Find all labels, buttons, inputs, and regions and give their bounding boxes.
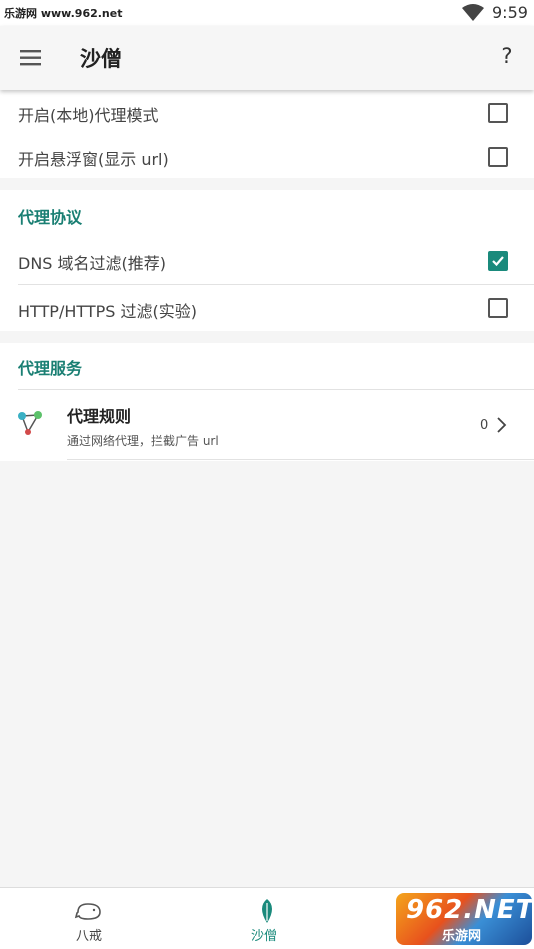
menu-icon[interactable] [16,44,46,72]
divider [67,459,534,460]
help-icon[interactable]: ? [492,44,522,74]
protocol-card: 代理协议 DNS 域名过滤(推荐) HTTP/HTTPS 过滤(实验) [0,190,534,331]
wifi-icon [462,4,484,26]
app-bar: 沙僧 ? [0,26,534,90]
leaf-icon [262,899,272,923]
check-icon [492,256,504,267]
nav-item-bajie[interactable]: 八戒 [58,888,118,949]
page-title: 沙僧 [80,47,122,71]
proxy-rule-count: 0 [480,418,489,433]
divider [18,284,534,285]
http-filter-label: HTTP/HTTPS 过滤(实验) [18,302,198,321]
watermark-main-text: 962.NET [406,895,532,925]
service-section-title: 代理服务 [18,359,83,378]
local-proxy-checkbox[interactable] [488,103,508,123]
proxy-rule-title: 代理规则 [67,407,132,426]
settings-card: 开启(本地)代理模式 开启悬浮窗(显示 url) [0,90,534,178]
watermark-logo: 962.NET 乐游网 [396,893,532,945]
dns-filter-checkbox[interactable] [488,251,508,271]
status-bar: 乐游网 www.962.net 9:59 [0,0,534,26]
status-watermark: 乐游网 www.962.net [4,7,123,20]
local-proxy-label: 开启(本地)代理模式 [18,106,159,125]
nav-label-bajie: 八戒 [76,929,103,944]
divider [18,389,534,390]
nav-item-shaseng[interactable]: 沙僧 [237,888,297,949]
dns-filter-label: DNS 域名过滤(推荐) [18,254,167,273]
nav-label-shaseng: 沙僧 [251,929,278,944]
floating-window-checkbox[interactable] [488,147,508,167]
floating-window-label: 开启悬浮窗(显示 url) [18,150,169,169]
chevron-right-icon [495,416,509,438]
watermark-sub-text: 乐游网 [442,929,482,944]
proxy-rule-subtitle: 通过网络代理，拦截广告 url [67,434,219,448]
protocol-section-title: 代理协议 [18,208,83,227]
http-filter-checkbox[interactable] [488,298,508,318]
proxy-rule-icon [16,410,46,442]
pig-icon [74,903,101,920]
status-time: 9:59 [492,3,528,22]
